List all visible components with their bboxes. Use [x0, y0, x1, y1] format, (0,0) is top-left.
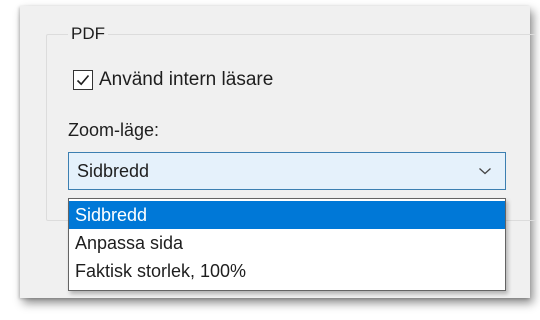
use-internal-reader-label[interactable]: Använd intern läsare	[99, 69, 273, 91]
settings-panel: PDF Använd intern läsare Zoom-läge: Sidb…	[20, 6, 536, 298]
zoom-mode-label: Zoom-läge:	[68, 120, 160, 140]
chevron-down-icon[interactable]	[465, 166, 505, 176]
zoom-option-anpassa-sida[interactable]: Anpassa sida	[69, 229, 505, 257]
use-internal-reader-checkbox-row[interactable]: Använd intern läsare	[73, 69, 273, 91]
pdf-group-title: PDF	[68, 23, 108, 45]
check-icon	[76, 74, 90, 86]
zoom-mode-select[interactable]: Sidbredd	[68, 152, 506, 190]
zoom-option-faktisk-storlek[interactable]: Faktisk storlek, 100%	[69, 257, 505, 285]
zoom-mode-dropdown-list: Sidbredd Anpassa sida Faktisk storlek, 1…	[68, 198, 506, 291]
zoom-mode-selected-value: Sidbredd	[77, 160, 150, 181]
use-internal-reader-checkbox[interactable]	[73, 70, 93, 90]
zoom-option-sidbredd[interactable]: Sidbredd	[69, 201, 505, 229]
